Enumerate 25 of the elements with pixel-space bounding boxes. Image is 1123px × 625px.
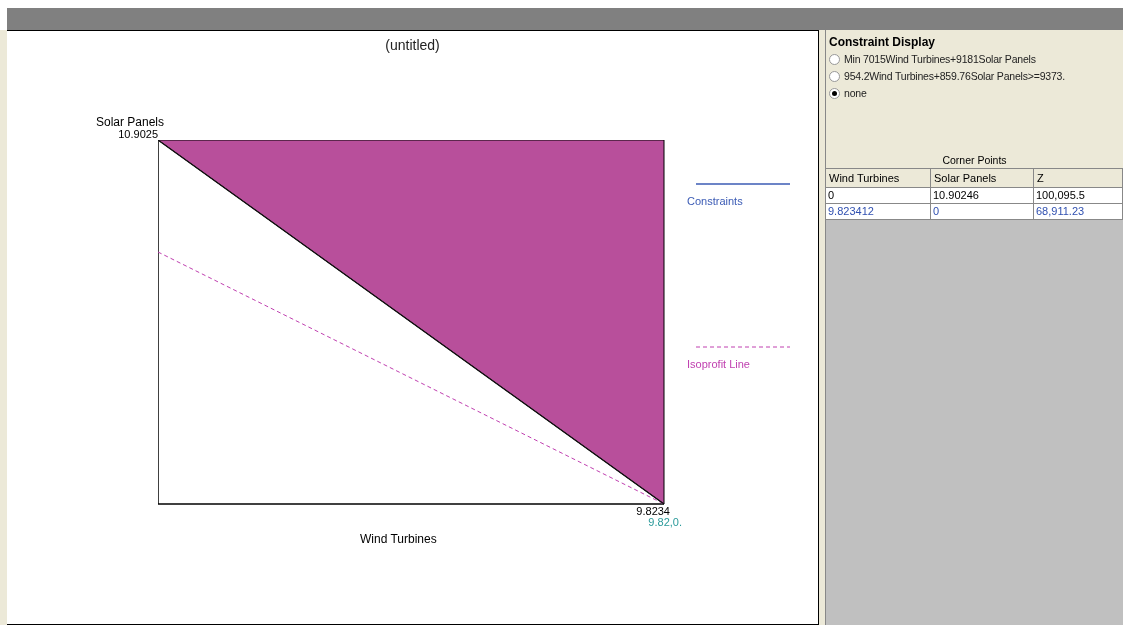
- legend-label: Constraints: [687, 194, 744, 209]
- radio-button[interactable]: [829, 54, 840, 65]
- legend-label: Isoprofit Line: [687, 356, 751, 372]
- x-axis-label: Wind Turbines: [360, 531, 437, 548]
- point-label: 9.82,0.: [648, 517, 682, 528]
- section-title: Constraint Display: [829, 34, 937, 51]
- radio-option[interactable]: none: [829, 85, 1120, 102]
- table-cell: 68,911.23: [1034, 204, 1123, 220]
- table-cell: 100,095.5: [1034, 188, 1123, 204]
- x-max-label: 9.8234: [636, 506, 670, 517]
- table-cell: 10.90246: [931, 188, 1034, 204]
- column-header[interactable]: Solar Panels: [931, 169, 1034, 188]
- table-cell: 9.823412: [826, 204, 931, 220]
- table-cell: 0: [931, 204, 1034, 220]
- radio-button[interactable]: [829, 71, 840, 82]
- table-cell: 0: [826, 188, 931, 204]
- radio-option[interactable]: 954.2Wind Turbines+859.76Solar Panels>=9373.: [829, 68, 1120, 85]
- column-header[interactable]: Z: [1034, 169, 1123, 188]
- radio-button[interactable]: [829, 88, 840, 99]
- y-axis-label: Solar Panels: [95, 116, 164, 129]
- column-header[interactable]: Wind Turbines: [826, 169, 931, 188]
- graph-title: (untitled): [385, 36, 440, 55]
- y-max-label: 10.9025: [118, 129, 158, 140]
- table-title: Corner Points: [826, 152, 1123, 169]
- radio-option[interactable]: Min 7015Wind Turbines+9181Solar Panels: [829, 51, 1120, 68]
